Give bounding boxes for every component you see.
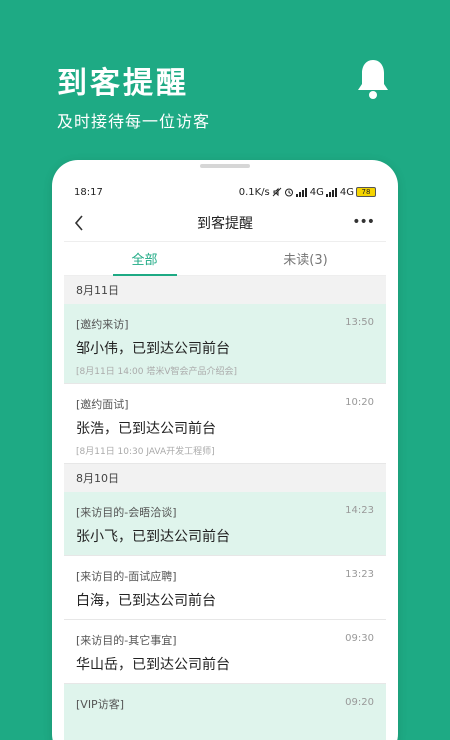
tab-unread[interactable]: 未读(3): [225, 242, 386, 275]
battery-icon: 78: [356, 187, 376, 197]
visitor-arrival: 张浩，已到达公司前台: [76, 421, 216, 437]
visit-tag: [来访目的-会晤洽谈]: [76, 506, 177, 519]
date-header: 8月11日: [64, 276, 386, 304]
bell-icon: [358, 60, 388, 99]
visit-time: 13:50: [345, 317, 374, 328]
network-speed: 0.1K/s: [238, 186, 270, 198]
nav-title: 到客提醒: [197, 215, 253, 232]
mute-icon: [272, 187, 282, 197]
signal-icon: [295, 187, 307, 197]
list-item[interactable]: [来访目的-会晤洽谈] 14:23 张小飞，已到达公司前台: [64, 492, 386, 556]
network-type-2: 4G: [339, 186, 354, 198]
visit-tag: [VIP访客]: [76, 698, 124, 711]
alarm-icon: [284, 188, 293, 197]
tab-all[interactable]: 全部: [64, 242, 225, 276]
date-header: 8月10日: [64, 464, 386, 492]
visitor-arrival: 张小飞，已到达公司前台: [76, 529, 230, 545]
list-item[interactable]: [邀约面试] 10:20 张浩，已到达公司前台 [8月11日 10:30 JAV…: [64, 384, 386, 464]
visit-time: 09:30: [345, 633, 374, 644]
signal-icon-2: [325, 187, 337, 197]
list-item[interactable]: [来访目的-其它事宜] 09:30 华山岳，已到达公司前台: [64, 620, 386, 684]
status-time: 18:17: [74, 186, 103, 198]
status-indicators: 0.1K/s 4G 4G 78: [239, 187, 376, 198]
phone-screen: 18:17 0.1K/s 4G 4G 78 到客提醒 ••• 全部 未读(3) …: [64, 180, 386, 740]
network-type-1: 4G: [309, 186, 324, 198]
more-options-icon[interactable]: •••: [352, 214, 375, 230]
promo-subtitle: 及时接待每一位访客: [57, 112, 211, 131]
appointment-detail: [8月11日 14:00 塔米V智会产品介绍会]: [76, 367, 238, 377]
visitor-arrival: 白海，已到达公司前台: [76, 593, 216, 609]
status-bar: 18:17 0.1K/s 4G 4G 78: [64, 180, 386, 204]
visit-tag: [来访目的-其它事宜]: [76, 634, 177, 647]
phone-speaker: [200, 164, 250, 168]
visit-time: 14:23: [345, 505, 374, 516]
visit-tag: [来访目的-面试应聘]: [76, 570, 177, 583]
visit-time: 13:23: [345, 569, 374, 580]
list-item[interactable]: [VIP访客] 09:20: [64, 684, 386, 740]
visit-time: 10:20: [345, 397, 374, 408]
visit-tag: [邀约来访]: [76, 318, 129, 331]
list-item[interactable]: [邀约来访] 13:50 邹小伟，已到达公司前台 [8月11日 14:00 塔米…: [64, 304, 386, 384]
visit-time: 09:20: [345, 697, 374, 708]
nav-bar: 到客提醒 •••: [64, 204, 386, 242]
visitor-arrival: 华山岳，已到达公司前台: [76, 657, 230, 673]
tab-bar: 全部 未读(3): [64, 242, 386, 276]
appointment-detail: [8月11日 10:30 JAVA开发工程师]: [76, 447, 215, 457]
promo-title: 到客提醒: [57, 66, 189, 101]
list-item[interactable]: [来访目的-面试应聘] 13:23 白海，已到达公司前台: [64, 556, 386, 620]
back-arrow-icon[interactable]: [72, 213, 86, 233]
visitor-arrival: 邹小伟，已到达公司前台: [76, 341, 230, 357]
visit-tag: [邀约面试]: [76, 398, 129, 411]
